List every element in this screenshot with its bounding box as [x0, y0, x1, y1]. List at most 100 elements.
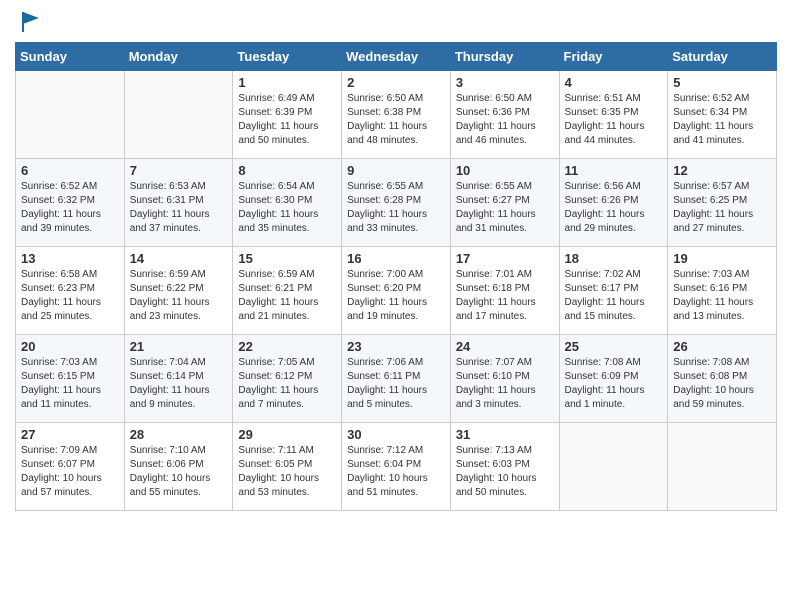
day-info: Sunrise: 7:07 AM Sunset: 6:10 PM Dayligh… [456, 356, 554, 412]
weekday-header: Saturday [668, 43, 777, 71]
day-number: 10 [456, 163, 554, 178]
calendar-day-cell: 23 Sunrise: 7:06 AM Sunset: 6:11 PM Dayli… [342, 335, 451, 423]
weekday-header: Wednesday [342, 43, 451, 71]
day-info: Sunrise: 7:02 AM Sunset: 6:17 PM Dayligh… [565, 268, 663, 324]
calendar-day-cell: 9 Sunrise: 6:55 AM Sunset: 6:28 PM Daylig… [342, 159, 451, 247]
day-info: Sunrise: 6:50 AM Sunset: 6:38 PM Dayligh… [347, 92, 445, 148]
day-info: Sunrise: 6:52 AM Sunset: 6:32 PM Dayligh… [21, 180, 119, 236]
day-info: Sunrise: 6:51 AM Sunset: 6:35 PM Dayligh… [565, 92, 663, 148]
weekday-header: Sunday [16, 43, 125, 71]
calendar-day-cell: 20Sunrise: 7:03 AM Sunset: 6:15 PM Dayli… [16, 335, 125, 423]
day-number: 30 [347, 427, 445, 442]
weekday-header: Tuesday [233, 43, 342, 71]
calendar-day-cell: 29 Sunrise: 7:11 AM Sunset: 6:05 PM Dayli… [233, 423, 342, 511]
day-info: Sunrise: 6:56 AM Sunset: 6:26 PM Dayligh… [565, 180, 663, 236]
day-info: Sunrise: 6:58 AM Sunset: 6:23 PM Dayligh… [21, 268, 119, 324]
calendar-day-cell: 3Sunrise: 6:50 AM Sunset: 6:36 PM Daylig… [450, 71, 559, 159]
day-number: 21 [130, 339, 228, 354]
day-number: 19 [673, 251, 771, 266]
calendar-day-cell: 17Sunrise: 7:01 AM Sunset: 6:18 PM Dayli… [450, 247, 559, 335]
day-number: 4 [565, 75, 663, 90]
day-number: 16 [347, 251, 445, 266]
calendar-header: SundayMondayTuesdayWednesdayThursdayFrid… [16, 43, 777, 71]
day-number: 5 [673, 75, 771, 90]
calendar-day-cell: 25 Sunrise: 7:08 AM Sunset: 6:09 PM Dayli… [559, 335, 668, 423]
calendar-day-cell [668, 423, 777, 511]
calendar-table: SundayMondayTuesdayWednesdayThursdayFrid… [15, 42, 777, 511]
day-info: Sunrise: 7:08 AM Sunset: 6:09 PM Dayligh… [565, 356, 663, 412]
calendar-week-row: 20Sunrise: 7:03 AM Sunset: 6:15 PM Dayli… [16, 335, 777, 423]
calendar-day-cell: 22Sunrise: 7:05 AM Sunset: 6:12 PM Dayli… [233, 335, 342, 423]
calendar-day-cell: 18 Sunrise: 7:02 AM Sunset: 6:17 PM Dayli… [559, 247, 668, 335]
day-info: Sunrise: 7:10 AM Sunset: 6:06 PM Dayligh… [130, 444, 228, 500]
calendar-day-cell: 12Sunrise: 6:57 AM Sunset: 6:25 PM Dayli… [668, 159, 777, 247]
calendar-day-cell: 6Sunrise: 6:52 AM Sunset: 6:32 PM Daylig… [16, 159, 125, 247]
day-info: Sunrise: 7:03 AM Sunset: 6:15 PM Dayligh… [21, 356, 119, 412]
day-number: 27 [21, 427, 119, 442]
weekday-row: SundayMondayTuesdayWednesdayThursdayFrid… [16, 43, 777, 71]
calendar-day-cell: 13 Sunrise: 6:58 AM Sunset: 6:23 PM Dayli… [16, 247, 125, 335]
day-number: 12 [673, 163, 771, 178]
calendar-day-cell [559, 423, 668, 511]
calendar-day-cell: 2 Sunrise: 6:50 AM Sunset: 6:38 PM Daylig… [342, 71, 451, 159]
day-info: Sunrise: 7:05 AM Sunset: 6:12 PM Dayligh… [238, 356, 336, 412]
calendar-day-cell: 16 Sunrise: 7:00 AM Sunset: 6:20 PM Dayli… [342, 247, 451, 335]
calendar-day-cell: 4 Sunrise: 6:51 AM Sunset: 6:35 PM Daylig… [559, 71, 668, 159]
day-info: Sunrise: 6:49 AM Sunset: 6:39 PM Dayligh… [238, 92, 336, 148]
calendar-page: SundayMondayTuesdayWednesdayThursdayFrid… [0, 0, 792, 612]
day-number: 25 [565, 339, 663, 354]
day-number: 1 [238, 75, 336, 90]
day-number: 29 [238, 427, 336, 442]
calendar-day-cell: 21 Sunrise: 7:04 AM Sunset: 6:14 PM Dayli… [124, 335, 233, 423]
logo [15, 10, 43, 34]
calendar-day-cell: 7Sunrise: 6:53 AM Sunset: 6:31 PM Daylig… [124, 159, 233, 247]
calendar-day-cell: 10Sunrise: 6:55 AM Sunset: 6:27 PM Dayli… [450, 159, 559, 247]
day-number: 26 [673, 339, 771, 354]
day-info: Sunrise: 6:59 AM Sunset: 6:21 PM Dayligh… [238, 268, 336, 324]
day-info: Sunrise: 7:12 AM Sunset: 6:04 PM Dayligh… [347, 444, 445, 500]
day-number: 3 [456, 75, 554, 90]
calendar-week-row: 13 Sunrise: 6:58 AM Sunset: 6:23 PM Dayli… [16, 247, 777, 335]
calendar-day-cell: 15 Sunrise: 6:59 AM Sunset: 6:21 PM Dayli… [233, 247, 342, 335]
header [15, 10, 777, 34]
day-info: Sunrise: 7:13 AM Sunset: 6:03 PM Dayligh… [456, 444, 554, 500]
day-info: Sunrise: 6:54 AM Sunset: 6:30 PM Dayligh… [238, 180, 336, 236]
day-info: Sunrise: 6:59 AM Sunset: 6:22 PM Dayligh… [130, 268, 228, 324]
calendar-day-cell: 28 Sunrise: 7:10 AM Sunset: 6:06 PM Dayli… [124, 423, 233, 511]
day-number: 14 [130, 251, 228, 266]
day-info: Sunrise: 6:53 AM Sunset: 6:31 PM Dayligh… [130, 180, 228, 236]
day-info: Sunrise: 7:00 AM Sunset: 6:20 PM Dayligh… [347, 268, 445, 324]
calendar-week-row: 1 Sunrise: 6:49 AM Sunset: 6:39 PM Daylig… [16, 71, 777, 159]
day-number: 28 [130, 427, 228, 442]
calendar-day-cell: 31 Sunrise: 7:13 AM Sunset: 6:03 PM Dayli… [450, 423, 559, 511]
calendar-day-cell: 19 Sunrise: 7:03 AM Sunset: 6:16 PM Dayli… [668, 247, 777, 335]
day-info: Sunrise: 6:55 AM Sunset: 6:28 PM Dayligh… [347, 180, 445, 236]
day-info: Sunrise: 7:03 AM Sunset: 6:16 PM Dayligh… [673, 268, 771, 324]
day-number: 9 [347, 163, 445, 178]
day-info: Sunrise: 7:04 AM Sunset: 6:14 PM Dayligh… [130, 356, 228, 412]
calendar-day-cell: 11Sunrise: 6:56 AM Sunset: 6:26 PM Dayli… [559, 159, 668, 247]
day-number: 17 [456, 251, 554, 266]
day-number: 2 [347, 75, 445, 90]
calendar-day-cell: 5 Sunrise: 6:52 AM Sunset: 6:34 PM Daylig… [668, 71, 777, 159]
day-info: Sunrise: 6:52 AM Sunset: 6:34 PM Dayligh… [673, 92, 771, 148]
calendar-week-row: 6Sunrise: 6:52 AM Sunset: 6:32 PM Daylig… [16, 159, 777, 247]
day-number: 8 [238, 163, 336, 178]
day-number: 23 [347, 339, 445, 354]
weekday-header: Monday [124, 43, 233, 71]
day-number: 18 [565, 251, 663, 266]
calendar-day-cell: 27 Sunrise: 7:09 AM Sunset: 6:07 PM Dayli… [16, 423, 125, 511]
day-info: Sunrise: 7:06 AM Sunset: 6:11 PM Dayligh… [347, 356, 445, 412]
day-info: Sunrise: 7:11 AM Sunset: 6:05 PM Dayligh… [238, 444, 336, 500]
weekday-header: Friday [559, 43, 668, 71]
calendar-body: 1 Sunrise: 6:49 AM Sunset: 6:39 PM Daylig… [16, 71, 777, 511]
calendar-day-cell [16, 71, 125, 159]
calendar-day-cell: 30 Sunrise: 7:12 AM Sunset: 6:04 PM Dayli… [342, 423, 451, 511]
day-number: 13 [21, 251, 119, 266]
day-info: Sunrise: 7:09 AM Sunset: 6:07 PM Dayligh… [21, 444, 119, 500]
weekday-header: Thursday [450, 43, 559, 71]
day-number: 31 [456, 427, 554, 442]
day-number: 15 [238, 251, 336, 266]
calendar-day-cell [124, 71, 233, 159]
calendar-day-cell: 14 Sunrise: 6:59 AM Sunset: 6:22 PM Dayli… [124, 247, 233, 335]
